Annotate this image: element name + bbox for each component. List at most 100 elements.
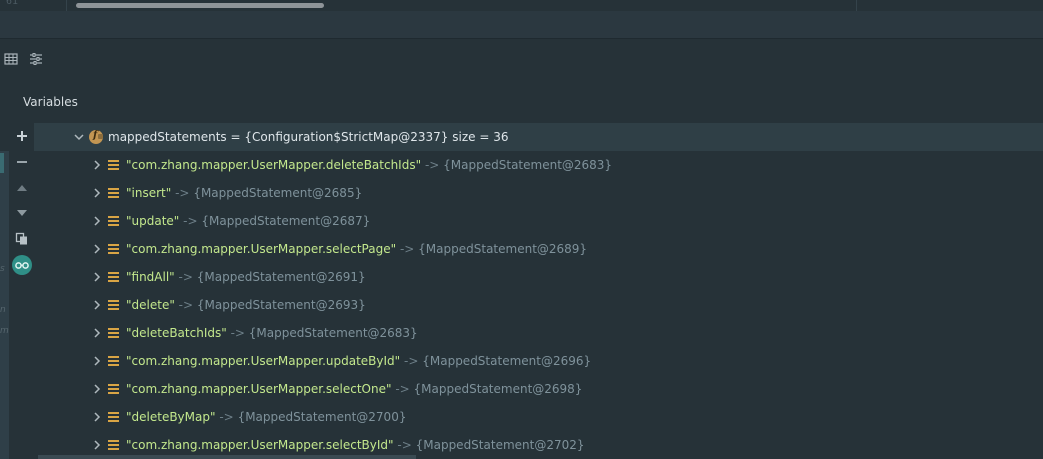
field-icon: [89, 122, 103, 150]
list-item[interactable]: "com.zhang.mapper.UserMapper.deleteBatch…: [34, 151, 1043, 179]
watch-glasses-icon[interactable]: [12, 255, 32, 275]
horizontal-scrollbar[interactable]: [76, 3, 324, 8]
map-entry-icon: [108, 188, 119, 199]
entry-arrow: ->: [424, 158, 440, 172]
chevron-right-icon[interactable]: [92, 160, 102, 170]
entry-key: "com.zhang.mapper.UserMapper.selectById": [126, 438, 394, 452]
tree-root-row[interactable]: mappedStatements = {Configuration$Strict…: [34, 122, 1043, 151]
entry-value: {MappedStatement@2683}: [248, 326, 418, 340]
map-entry-icon: [108, 384, 119, 395]
entry-arrow: ->: [178, 298, 194, 312]
list-item[interactable]: "insert" -> {MappedStatement@2685}: [34, 179, 1043, 207]
root-label: mappedStatements = {Configuration$Strict…: [108, 123, 508, 151]
side-fragment: n: [0, 305, 6, 315]
entry-value: {MappedStatement@2685}: [193, 186, 363, 200]
entry-value: {MappedStatement@2700}: [237, 410, 407, 424]
chevron-right-icon[interactable]: [92, 188, 102, 198]
list-item[interactable]: "com.zhang.mapper.UserMapper.selectPage"…: [34, 235, 1043, 263]
divider: [856, 0, 857, 11]
entry-value: {MappedStatement@2689}: [418, 242, 588, 256]
chevron-right-icon[interactable]: [92, 384, 102, 394]
horizontal-scrollbar-bottom[interactable]: [38, 455, 416, 459]
entry-label: "com.zhang.mapper.UserMapper.updateById"…: [126, 347, 591, 375]
entry-value: {MappedStatement@2696}: [422, 354, 592, 368]
map-entry-icon: [108, 356, 119, 367]
entry-arrow: ->: [397, 438, 412, 452]
entry-label: "deleteBatchIds" -> {MappedStatement@268…: [126, 319, 418, 347]
map-entry-icon: [108, 300, 119, 311]
entry-label: "findAll" -> {MappedStatement@2691}: [126, 263, 366, 291]
list-item[interactable]: "update" -> {MappedStatement@2687}: [34, 207, 1043, 235]
table-view-icon[interactable]: [4, 51, 20, 67]
side-marker: [0, 153, 4, 173]
chevron-right-icon[interactable]: [92, 272, 102, 282]
entry-value: {MappedStatement@2687}: [201, 214, 371, 228]
entry-value: {MappedStatement@2693}: [196, 298, 366, 312]
variables-actions: s n m: [0, 123, 34, 459]
move-down-icon[interactable]: [12, 203, 32, 223]
debugger-toolbar: [0, 39, 1043, 79]
move-up-icon[interactable]: [12, 178, 32, 198]
line-gutter: 61: [0, 0, 67, 11]
entry-label: "update" -> {MappedStatement@2687}: [126, 207, 370, 235]
entry-key: "com.zhang.mapper.UserMapper.selectOne": [126, 382, 392, 396]
entry-value: {MappedStatement@2698}: [413, 382, 583, 396]
entry-label: "com.zhang.mapper.UserMapper.selectOne" …: [126, 375, 582, 403]
panel-title: Variables: [23, 95, 78, 109]
entry-key: "deleteByMap": [126, 410, 216, 424]
list-item[interactable]: "findAll" -> {MappedStatement@2691}: [34, 263, 1043, 291]
chevron-right-icon[interactable]: [92, 356, 102, 366]
entry-key: "findAll": [126, 270, 175, 284]
list-item[interactable]: "com.zhang.mapper.UserMapper.selectOne" …: [34, 375, 1043, 403]
entry-label: "insert" -> {MappedStatement@2685}: [126, 179, 362, 207]
chevron-right-icon[interactable]: [92, 440, 102, 450]
variables-tree: mappedStatements = {Configuration$Strict…: [34, 122, 1043, 459]
entry-key: "com.zhang.mapper.UserMapper.deleteBatch…: [126, 158, 422, 172]
chevron-down-icon[interactable]: [74, 132, 84, 142]
entry-key: "com.zhang.mapper.UserMapper.updateById": [126, 354, 401, 368]
entry-arrow: ->: [399, 242, 415, 256]
entry-arrow: ->: [404, 354, 419, 368]
side-fragment: s: [0, 264, 5, 274]
entry-arrow: ->: [175, 186, 190, 200]
list-settings-icon[interactable]: [29, 51, 45, 67]
map-entry-icon: [108, 160, 119, 171]
variable-value: = {Configuration$StrictMap@2337} size = …: [230, 130, 509, 144]
list-item[interactable]: "deleteByMap" -> {MappedStatement@2700}: [34, 403, 1043, 431]
chevron-right-icon[interactable]: [92, 216, 102, 226]
chevron-right-icon[interactable]: [92, 328, 102, 338]
map-entry-icon: [108, 328, 119, 339]
add-icon[interactable]: [12, 126, 32, 146]
entry-label: "com.zhang.mapper.UserMapper.deleteBatch…: [126, 151, 612, 179]
entry-key: "update": [126, 214, 180, 228]
entry-label: "delete" -> {MappedStatement@2693}: [126, 291, 366, 319]
remove-icon[interactable]: [12, 152, 32, 172]
map-entry-icon: [108, 440, 119, 451]
map-entry-icon: [108, 244, 119, 255]
entry-key: "com.zhang.mapper.UserMapper.selectPage": [126, 242, 397, 256]
variables-header: Variables: [0, 79, 1043, 123]
chevron-right-icon[interactable]: [92, 412, 102, 422]
entry-arrow: ->: [219, 410, 234, 424]
tool-window-header: [0, 11, 1043, 39]
entry-arrow: ->: [183, 214, 198, 228]
entry-key: "deleteBatchIds": [126, 326, 227, 340]
list-item[interactable]: "delete" -> {MappedStatement@2693}: [34, 291, 1043, 319]
list-item[interactable]: "deleteBatchIds" -> {MappedStatement@268…: [34, 319, 1043, 347]
list-item[interactable]: "com.zhang.mapper.UserMapper.updateById"…: [34, 347, 1043, 375]
lock-icon: [98, 134, 103, 139]
copy-icon[interactable]: [12, 229, 32, 249]
entry-label: "deleteByMap" -> {MappedStatement@2700}: [126, 403, 406, 431]
side-fragment: m: [0, 326, 9, 336]
entry-value: {MappedStatement@2683}: [443, 158, 613, 172]
editor-remnant: 61: [0, 0, 1043, 11]
map-entry-icon: [108, 216, 119, 227]
entry-value: {MappedStatement@2691}: [196, 270, 366, 284]
variable-name: mappedStatements: [108, 130, 227, 144]
entry-arrow: ->: [230, 326, 245, 340]
chevron-right-icon[interactable]: [92, 300, 102, 310]
map-entry-icon: [108, 412, 119, 423]
map-entry-icon: [108, 272, 119, 283]
line-number: 61: [6, 0, 19, 7]
chevron-right-icon[interactable]: [92, 244, 102, 254]
